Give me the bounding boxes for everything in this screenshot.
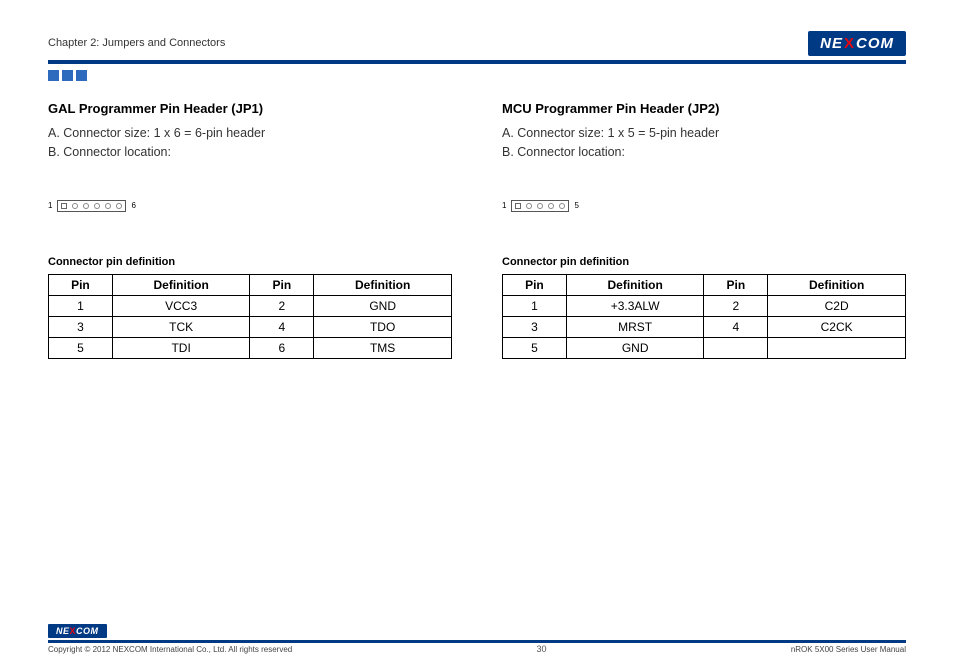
table-header-cell: Definition [112, 274, 250, 295]
pin-circle-icon [548, 203, 554, 209]
table-row: 3TCK4TDO [49, 316, 452, 337]
table-header-cell: Pin [49, 274, 113, 295]
table-cell: GND [566, 337, 704, 358]
table-cell: C2D [768, 295, 906, 316]
jp1-table-caption: Connector pin definition [48, 256, 452, 268]
pin-square-icon [61, 203, 67, 209]
table-cell: TCK [112, 316, 250, 337]
jp2-heading: MCU Programmer Pin Header (JP2) [502, 101, 906, 116]
jp2-start-label: 1 [502, 201, 506, 210]
table-cell: 5 [49, 337, 113, 358]
brand-logo: NEXCOM [808, 31, 906, 56]
page-footer: NEXCOM Copyright © 2012 NEXCOM Internati… [48, 621, 906, 654]
pin-circle-icon [526, 203, 532, 209]
table-cell: +3.3ALW [566, 295, 704, 316]
table-cell [768, 337, 906, 358]
table-cell: 1 [49, 295, 113, 316]
table-cell: 6 [250, 337, 314, 358]
jp1-location: B. Connector location: [48, 143, 452, 162]
pin-circle-icon [537, 203, 543, 209]
jp1-start-label: 1 [48, 201, 52, 210]
pin-circle-icon [116, 203, 122, 209]
logo-text-prefix: NE [820, 35, 843, 52]
jp1-heading: GAL Programmer Pin Header (JP1) [48, 101, 452, 116]
header-rule [48, 60, 906, 64]
table-cell: TDO [314, 316, 452, 337]
jp2-end-label: 5 [574, 201, 578, 210]
table-header-cell: Definition [566, 274, 704, 295]
table-cell: GND [314, 295, 452, 316]
jp2-connector-diagram: 1 5 [502, 200, 906, 212]
pin-circle-icon [94, 203, 100, 209]
table-header-cell: Pin [503, 274, 567, 295]
footer-rule [48, 640, 906, 643]
table-cell: C2CK [768, 316, 906, 337]
table-header-cell: Pin [704, 274, 768, 295]
copyright-text: Copyright © 2012 NEXCOM International Co… [48, 645, 292, 654]
table-row: 3MRST4C2CK [503, 316, 906, 337]
jp2-table-caption: Connector pin definition [502, 256, 906, 268]
jp2-size: A. Connector size: 1 x 5 = 5-pin header [502, 124, 906, 143]
table-row: 5TDI6TMS [49, 337, 452, 358]
jp2-location: B. Connector location: [502, 143, 906, 162]
jp1-size: A. Connector size: 1 x 6 = 6-pin header [48, 124, 452, 143]
table-cell: TMS [314, 337, 452, 358]
pin-circle-icon [83, 203, 89, 209]
jp1-end-label: 6 [131, 201, 135, 210]
left-column: GAL Programmer Pin Header (JP1) A. Conne… [48, 101, 452, 359]
page-number: 30 [537, 644, 547, 654]
table-row: 5GND [503, 337, 906, 358]
footer-logo: NEXCOM [48, 624, 107, 638]
table-cell: 4 [250, 316, 314, 337]
table-cell [704, 337, 768, 358]
decorative-squares-icon [48, 70, 906, 81]
table-cell: 2 [250, 295, 314, 316]
pin-square-icon [515, 203, 521, 209]
table-cell: 1 [503, 295, 567, 316]
jp1-pin-table: PinDefinitionPinDefinition1VCC32GND3TCK4… [48, 274, 452, 359]
manual-name: nROK 5X00 Series User Manual [791, 645, 906, 654]
table-cell: 3 [503, 316, 567, 337]
right-column: MCU Programmer Pin Header (JP2) A. Conne… [502, 101, 906, 359]
table-cell: 5 [503, 337, 567, 358]
table-cell: 4 [704, 316, 768, 337]
table-cell: 2 [704, 295, 768, 316]
pin-circle-icon [559, 203, 565, 209]
jp2-pin-table: PinDefinitionPinDefinition1+3.3ALW2C2D3M… [502, 274, 906, 359]
logo-x-icon: X [844, 35, 855, 52]
chapter-label: Chapter 2: Jumpers and Connectors [48, 37, 225, 49]
table-row: 1+3.3ALW2C2D [503, 295, 906, 316]
table-cell: VCC3 [112, 295, 250, 316]
pin-circle-icon [72, 203, 78, 209]
table-cell: TDI [112, 337, 250, 358]
jp1-connector-diagram: 1 6 [48, 200, 452, 212]
table-header-cell: Definition [314, 274, 452, 295]
pin-circle-icon [105, 203, 111, 209]
table-header-cell: Definition [768, 274, 906, 295]
table-cell: MRST [566, 316, 704, 337]
table-header-cell: Pin [250, 274, 314, 295]
table-row: 1VCC32GND [49, 295, 452, 316]
table-cell: 3 [49, 316, 113, 337]
logo-text-suffix: COM [856, 35, 894, 52]
